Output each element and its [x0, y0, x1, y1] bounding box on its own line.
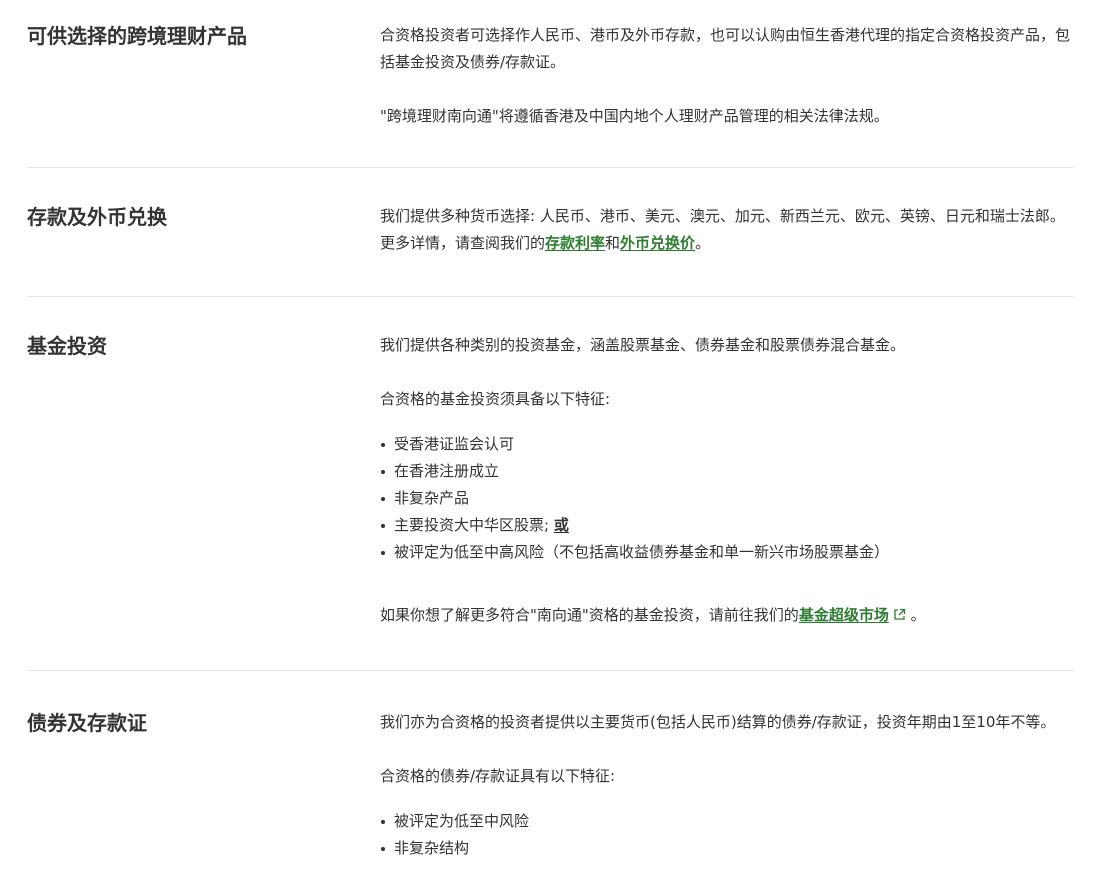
funds-more-info: 如果你想了解更多符合"南向通"资格的基金投资，请前往我们的基金超级市场 。 [380, 602, 1074, 629]
section-bonds: 债券及存款证 我们亦为合资格的投资者提供以主要货币(包括人民币)结算的债券/存款… [27, 671, 1074, 885]
products-intro: 合资格投资者可选择作人民币、港币及外币存款，也可以认购由恒生香港代理的指定合资格… [380, 26, 1071, 71]
list-item: 被评定为低至中高风险（不包括高收益债券基金和单一新兴市场股票基金） [380, 539, 1074, 566]
fund-supermarket-label: 基金超级市场 [798, 606, 889, 624]
or-emphasis: 或 [553, 516, 569, 534]
section-products: 可供选择的跨境理财产品 合资格投资者可选择作人民币、港币及外币存款，也可以认购由… [27, 0, 1074, 168]
funds-more-suffix: 。 [905, 606, 926, 624]
external-link-icon [894, 608, 905, 620]
funds-more-prefix: 如果你想了解更多符合"南向通"资格的基金投资，请前往我们的 [380, 606, 799, 624]
funds-criteria-heading: 合资格的基金投资须具备以下特征: [380, 390, 611, 408]
list-item: 主要投资大中华区股票; 或 [380, 512, 1074, 539]
deposits-text-suffix: 。 [695, 234, 711, 252]
section-body-deposits: 我们提供多种货币选择: 人民币、港币、美元、澳元、加元、新西兰元、欧元、英镑、日… [380, 203, 1074, 296]
section-title-funds: 基金投资 [27, 334, 107, 358]
section-deposits: 存款及外币兑换 我们提供多种货币选择: 人民币、港币、美元、澳元、加元、新西兰元… [27, 168, 1074, 297]
section-body-products: 合资格投资者可选择作人民币、港币及外币存款，也可以认购由恒生香港代理的指定合资格… [380, 22, 1074, 167]
list-item: 非复杂产品 [380, 485, 1074, 512]
section-title-deposits: 存款及外币兑换 [27, 205, 167, 229]
deposits-text: 我们提供多种货币选择: 人民币、港币、美元、澳元、加元、新西兰元、欧元、英镑、日… [380, 203, 1074, 257]
section-body-funds: 我们提供各种类别的投资基金，涵盖股票基金、债券基金和股票债券混合基金。 合资格的… [380, 332, 1074, 670]
fund-supermarket-link[interactable]: 基金超级市场 [799, 606, 906, 624]
fx-rates-link[interactable]: 外币兑换价 [620, 234, 695, 252]
list-item: 被评定为低至中风险 [380, 808, 1074, 835]
section-title-bonds: 债券及存款证 [27, 711, 147, 735]
section-title-products: 可供选择的跨境理财产品 [27, 24, 247, 48]
deposit-rates-link[interactable]: 存款利率 [545, 234, 605, 252]
bonds-intro: 我们亦为合资格的投资者提供以主要货币(包括人民币)结算的债券/存款证，投资年期由… [380, 713, 1056, 731]
list-item: 受香港证监会认可 [380, 431, 1074, 458]
deposits-text-mid: 和 [605, 234, 621, 252]
list-item-text: 主要投资大中华区股票; [394, 516, 554, 534]
bonds-criteria-list: 被评定为低至中风险 非复杂结构 [380, 808, 1074, 862]
funds-intro: 我们提供各种类别的投资基金，涵盖股票基金、债券基金和股票债券混合基金。 [380, 336, 906, 354]
list-item: 在香港注册成立 [380, 458, 1074, 485]
list-item: 非复杂结构 [380, 835, 1074, 862]
bonds-criteria-heading: 合资格的债券/存款证具有以下特征: [380, 767, 616, 785]
section-body-bonds: 我们亦为合资格的投资者提供以主要货币(包括人民币)结算的债券/存款证，投资年期由… [380, 709, 1074, 885]
products-regulation: "跨境理财南向通"将遵循香港及中国内地个人理财产品管理的相关法律法规。 [380, 107, 889, 125]
cross-border-products-page: 可供选择的跨境理财产品 合资格投资者可选择作人民币、港币及外币存款，也可以认购由… [27, 0, 1074, 885]
funds-criteria-list: 受香港证监会认可 在香港注册成立 非复杂产品 主要投资大中华区股票; 或 被评定… [380, 431, 1074, 566]
section-funds: 基金投资 我们提供各种类别的投资基金，涵盖股票基金、债券基金和股票债券混合基金。… [27, 297, 1074, 671]
deposits-text-prefix: 我们提供多种货币选择: 人民币、港币、美元、澳元、加元、新西兰元、欧元、英镑、日… [380, 207, 1065, 252]
